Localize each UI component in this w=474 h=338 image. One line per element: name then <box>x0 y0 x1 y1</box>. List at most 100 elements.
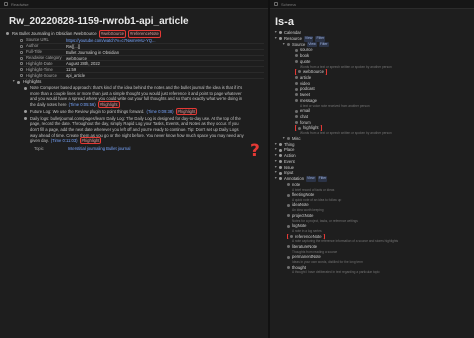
bullet-icon <box>295 109 298 113</box>
tree-filter-button[interactable]: Filter <box>317 176 328 182</box>
tree-node: message A text or voice note received fro… <box>274 98 472 108</box>
tree-view-button[interactable]: View <box>303 35 314 42</box>
bullet-icon <box>279 165 282 169</box>
schema-tree: ▼ Calendar ▼ Resource View Filter ▼ Source View F… <box>274 30 472 275</box>
bullet-icon <box>287 224 290 228</box>
bullet-icon[interactable] <box>24 117 27 121</box>
bullet-icon <box>295 60 298 64</box>
bullet-icon <box>295 115 298 119</box>
chevron-down-icon[interactable]: ▼ <box>274 36 277 42</box>
bullet-icon[interactable] <box>24 86 27 90</box>
tree-view-button[interactable]: View <box>306 176 316 182</box>
topic-value[interactable]: Interstitial journaling Bullet journal <box>68 146 131 152</box>
topic-label: Topic <box>34 146 44 152</box>
property-value[interactable]: https://youtube.com/watch?v=c7NwmHHU-YQ.… <box>66 38 155 43</box>
property-key: Full-Title <box>20 49 66 55</box>
bullet-icon <box>287 193 290 197</box>
highlight-item[interactable]: Daily logs: bulletjournal.com/pages/lear… <box>24 116 244 145</box>
tree-node: logNote A note in a log series <box>274 223 472 233</box>
tree-node: projectNote Notes for a project, tasks, o… <box>274 213 472 223</box>
bullet-icon <box>279 160 282 164</box>
highlight-time[interactable]: (Time 0:11:03) <box>51 138 78 143</box>
property-icon <box>20 62 23 66</box>
chevron-down-icon[interactable]: ▼ <box>12 79 15 85</box>
bullet-icon <box>287 245 290 249</box>
question-mark-annotation: ? <box>250 141 260 161</box>
page-title[interactable]: Rw_20220828-1159-rwrob1-api_article <box>9 16 189 27</box>
referencenote-tag[interactable]: #referenceNote <box>128 30 161 38</box>
heading-row[interactable]: Rw Bullet Journaling in Obsidian #webSou… <box>6 30 264 38</box>
bullet-icon <box>295 121 298 125</box>
tree-node: thought A thought I have deliberated in t… <box>274 265 472 275</box>
right-tab-label[interactable]: Schema <box>281 2 296 7</box>
bullet-icon <box>295 48 298 52</box>
bullet-icon <box>295 54 298 58</box>
bullet-icon <box>287 203 290 207</box>
topic-row: Topic Interstitial journaling Bullet jou… <box>6 146 264 152</box>
property-value[interactable]: webSource <box>66 56 87 61</box>
tree-node-label[interactable]: quote <box>295 59 310 65</box>
document-icon <box>4 2 8 6</box>
highlight-text: Daily logs: bulletjournal.com/pages/lear… <box>30 116 244 145</box>
property-key: Source URL <box>20 37 66 43</box>
left-tab-label[interactable]: Readwise <box>11 2 29 7</box>
property-value[interactable]: api_article <box>66 73 85 78</box>
right-tab-bar[interactable]: Schema <box>270 0 474 9</box>
tree-node: referenceNote A note capturing the refere… <box>274 233 472 244</box>
bullet-icon <box>279 31 282 35</box>
bullet-icon[interactable] <box>17 80 20 84</box>
chevron-down-icon[interactable]: ▼ <box>282 42 285 48</box>
tree-node: fleetingNote A quick note of an idea to f… <box>274 192 472 202</box>
tree-node-label[interactable]: message <box>295 98 317 104</box>
property-value[interactable]: Bullet Journaling in Obsidian <box>66 50 119 55</box>
property-icon <box>20 38 23 42</box>
bullet-icon <box>287 214 290 218</box>
tree-node: quote Words from a text or speech written… <box>274 59 472 69</box>
bullet-icon <box>287 137 290 141</box>
bullet-icon <box>287 183 290 187</box>
tree-node: literatureNote Thoughts from reading a so… <box>274 244 472 254</box>
highlight-time[interactable]: (Time 0:09:38) <box>146 109 173 114</box>
tree-filter-button[interactable]: Filter <box>315 35 326 42</box>
chevron-down-icon[interactable]: ▼ <box>274 176 277 182</box>
note-outline: Rw Bullet Journaling in Obsidian #webSou… <box>6 30 264 152</box>
tree-filter-button[interactable]: Filter <box>318 41 329 48</box>
highlight-tag[interactable]: #highlight <box>97 101 120 109</box>
highlight-item[interactable]: Note Composer based approach: that's kin… <box>24 85 244 109</box>
highlight-text: Future Log: We use the Review plugin to … <box>30 107 198 115</box>
bullet-icon <box>279 177 282 181</box>
highlight-item[interactable]: Future Log: We use the Review plugin to … <box>24 107 244 115</box>
tree-node-label[interactable]: literatureNote <box>287 244 317 250</box>
tree-node: note A brief record of facts or ideas <box>274 182 472 192</box>
tree-node-text: projectNote <box>292 212 314 218</box>
bullet-icon <box>295 76 298 80</box>
schema-title[interactable]: Is-a <box>275 16 294 28</box>
highlights-header[interactable]: ▼ Highlights <box>6 79 264 85</box>
bullet-icon <box>279 154 282 158</box>
left-tab-bar[interactable]: Readwise <box>0 0 268 9</box>
websource-tag[interactable]: #webSource <box>98 30 127 38</box>
bullet-icon <box>279 148 282 152</box>
tree-node: ideaNote An idea worth keeping <box>274 202 472 212</box>
bullet-icon <box>295 93 298 97</box>
bullet-icon <box>287 265 290 269</box>
bullet-icon <box>279 171 282 175</box>
tree-node: permanentNote Ideas in your own words, di… <box>274 254 472 264</box>
bullet-icon <box>287 42 290 46</box>
bullet-icon[interactable] <box>6 32 9 36</box>
bullet-icon[interactable] <box>24 110 27 114</box>
highlight-tag[interactable]: #highlight <box>175 107 198 115</box>
bullet-icon <box>290 234 293 238</box>
property-value[interactable]: 11:59 <box>66 67 76 72</box>
tree-node: highlight Words from a text or speech wri… <box>274 125 472 135</box>
highlight-tag[interactable]: #highlight <box>79 137 102 145</box>
property-key: Readwise category <box>20 55 66 61</box>
bullet-icon <box>298 126 301 130</box>
property-value[interactable]: Rw[[...]] <box>66 44 80 49</box>
tree-node-label[interactable]: projectNote <box>287 213 313 219</box>
tree-node-label[interactable]: note <box>287 182 300 188</box>
highlight-time[interactable]: (Time 0:05:56) <box>69 102 96 107</box>
property-icon <box>20 74 23 78</box>
property-value[interactable]: August 28th, 2022 <box>66 61 100 66</box>
bullet-icon <box>295 99 298 103</box>
